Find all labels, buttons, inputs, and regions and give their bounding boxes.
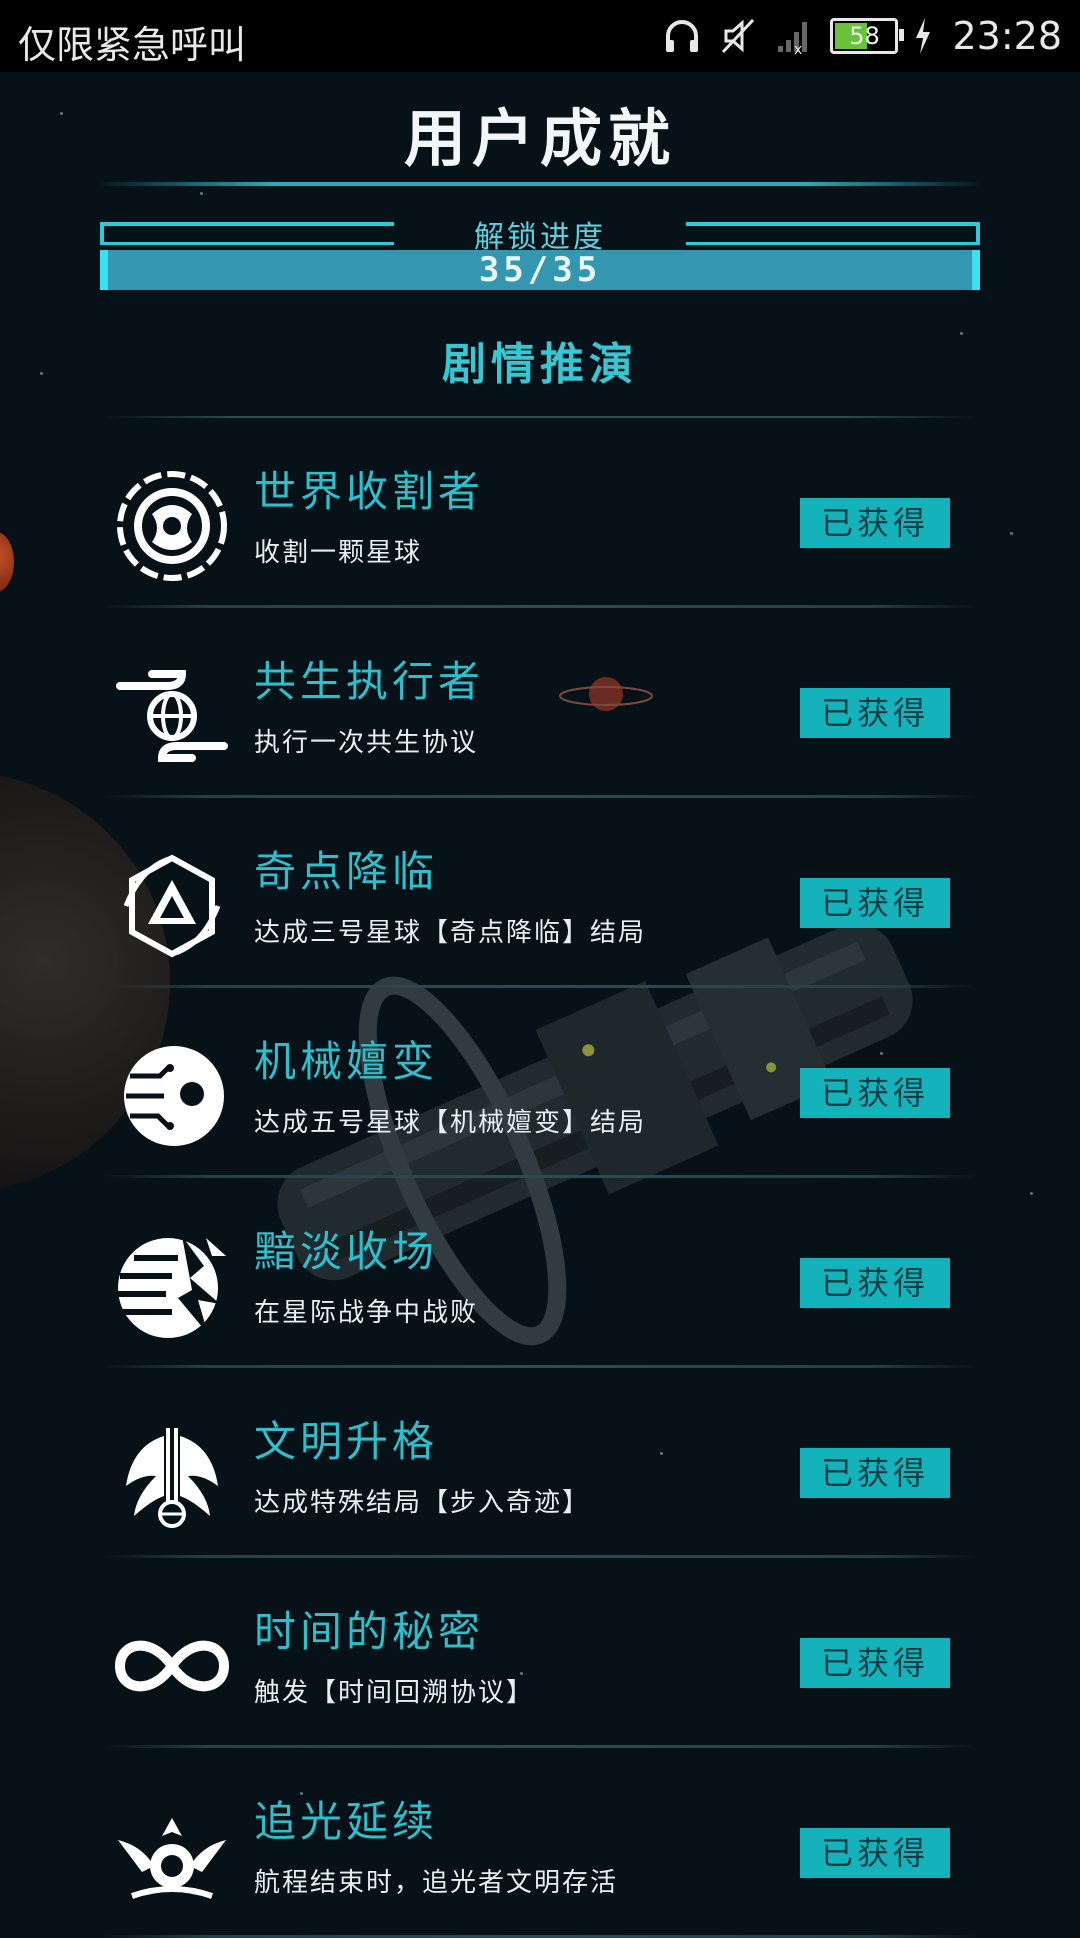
obtained-status-button[interactable]: 已获得 bbox=[800, 1068, 950, 1118]
achievement-title: 世界收割者 bbox=[254, 467, 485, 516]
achievement-description: 在星际战争中战败 bbox=[254, 1298, 479, 1328]
section-title: 剧情推演 bbox=[442, 339, 638, 390]
achievement-description: 执行一次共生协议 bbox=[254, 728, 479, 758]
svg-text:x: x bbox=[794, 42, 802, 56]
title-divider bbox=[96, 182, 984, 186]
charging-icon bbox=[914, 18, 932, 54]
obtained-status-button[interactable]: 已获得 bbox=[800, 878, 950, 928]
achievement-item[interactable]: 黯淡收场在星际战争中战败 已获得 bbox=[0, 1178, 1080, 1368]
achievement-item[interactable]: 追光延续航程结束时，追光者文明存活 已获得 bbox=[0, 1748, 1080, 1938]
progress-count: 35/35 bbox=[478, 250, 602, 290]
obtained-status-button[interactable]: 已获得 bbox=[800, 498, 950, 548]
achievement-description: 达成特殊结局【步入奇迹】 bbox=[254, 1488, 591, 1518]
achievement-title: 黯淡收场 bbox=[254, 1227, 439, 1276]
status-icons: x 58 23:28 bbox=[662, 12, 1062, 60]
clock: 23:28 bbox=[952, 14, 1062, 58]
achievement-item[interactable]: 奇点降临达成三号星球【奇点降临】结局 已获得 bbox=[0, 798, 1080, 988]
mute-icon bbox=[718, 16, 758, 56]
infinity-icon bbox=[112, 1606, 232, 1726]
mechanical-eye-icon bbox=[112, 1036, 232, 1156]
achievement-description: 触发【时间回溯协议】 bbox=[254, 1678, 535, 1708]
world-harvester-icon bbox=[112, 466, 232, 586]
achievement-list: 世界收割者 收割一颗星球 已获得 共生执行者 执行一次共生协议 已获得 奇点降临 达成三号星球… bbox=[0, 418, 1080, 1938]
light-chaser-icon bbox=[112, 1796, 232, 1916]
achievement-title: 机械嬗变 bbox=[254, 1037, 439, 1086]
unlock-progress: 解锁进度 35/35 bbox=[100, 218, 980, 294]
achievement-title: 追光延续 bbox=[254, 1797, 439, 1846]
headphones-icon bbox=[662, 16, 702, 56]
achievement-item[interactable]: 时间的秘密触发【时间回溯协议】 已获得 bbox=[0, 1558, 1080, 1748]
battery-level-text: 58 bbox=[849, 22, 880, 50]
achievement-item[interactable]: 世界收割者收割一颗星球 已获得 bbox=[0, 418, 1080, 608]
symbiosis-icon bbox=[112, 656, 232, 776]
obtained-status-button[interactable]: 已获得 bbox=[800, 1258, 950, 1308]
page-title: 用户成就 bbox=[403, 102, 676, 175]
obtained-status-button[interactable]: 已获得 bbox=[800, 1638, 950, 1688]
carrier-text: 仅限紧急呼叫 bbox=[18, 23, 247, 67]
achievement-title: 文明升格 bbox=[254, 1417, 439, 1466]
achievement-title: 奇点降临 bbox=[254, 847, 439, 896]
achievement-item[interactable]: 共生执行者执行一次共生协议 已获得 bbox=[0, 608, 1080, 798]
achievement-description: 达成三号星球【奇点降临】结局 bbox=[254, 918, 647, 948]
achievement-title: 时间的秘密 bbox=[254, 1607, 485, 1656]
achievement-title: 共生执行者 bbox=[254, 657, 485, 706]
signal-icon: x bbox=[774, 16, 814, 56]
obtained-status-button[interactable]: 已获得 bbox=[800, 1828, 950, 1878]
battery-icon: 58 bbox=[830, 18, 905, 54]
shattered-planet-icon bbox=[112, 1226, 232, 1346]
obtained-status-button[interactable]: 已获得 bbox=[800, 688, 950, 738]
singularity-icon bbox=[112, 846, 232, 966]
achievement-description: 达成五号星球【机械嬗变】结局 bbox=[254, 1108, 647, 1138]
obtained-status-button[interactable]: 已获得 bbox=[800, 1448, 950, 1498]
achievement-description: 航程结束时，追光者文明存活 bbox=[254, 1868, 619, 1898]
achievement-item[interactable]: 文明升格达成特殊结局【步入奇迹】 已获得 bbox=[0, 1368, 1080, 1558]
progress-bar: 35/35 bbox=[100, 250, 980, 290]
achievement-description: 收割一颗星球 bbox=[254, 538, 423, 568]
achievement-item[interactable]: 机械嬗变达成五号星球【机械嬗变】结局 已获得 bbox=[0, 988, 1080, 1178]
status-bar: 仅限紧急呼叫 x 58 23:28 bbox=[0, 0, 1080, 72]
winged-emblem-icon bbox=[112, 1416, 232, 1536]
